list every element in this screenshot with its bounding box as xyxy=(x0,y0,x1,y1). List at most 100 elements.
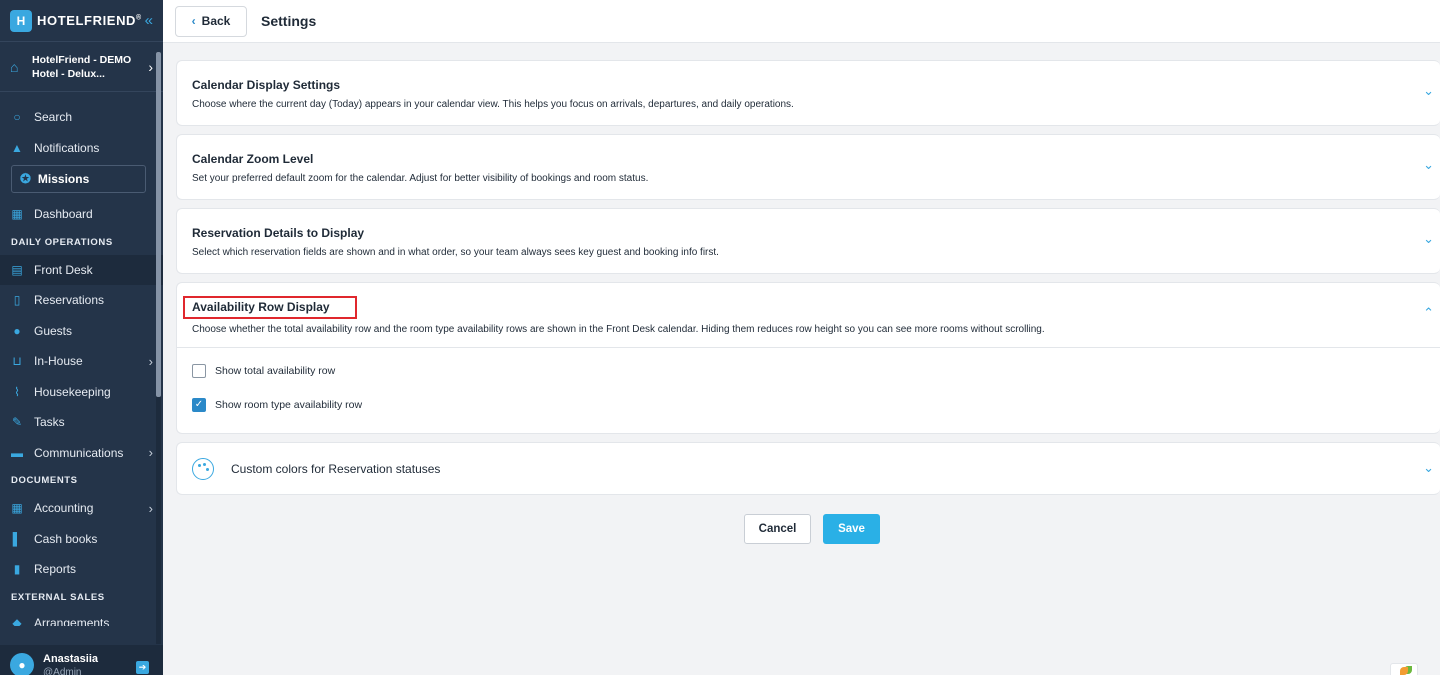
search-icon: ○ xyxy=(13,110,21,125)
show-room-type-availability-checkbox[interactable]: ✓ Show room type availability row xyxy=(192,396,1425,413)
chevron-right-icon: › xyxy=(148,353,153,369)
section-daily-operations: DAILY OPERATIONS xyxy=(11,236,113,248)
back-label: Back xyxy=(201,14,231,28)
sidebar-nav: ○ Search ▲ Notifications ✪ Missions ▦ Da… xyxy=(0,92,163,626)
logout-icon[interactable]: ➔ xyxy=(136,661,149,674)
brand-name: HOTELFRIEND® xyxy=(37,13,142,28)
section-external-sales: EXTERNAL SALES xyxy=(11,591,105,603)
chevron-up-icon[interactable]: ⌃ xyxy=(1423,305,1434,321)
calendar-zoom-level-card[interactable]: Calendar Zoom Level Set your preferred d… xyxy=(176,134,1440,200)
save-button[interactable]: Save xyxy=(823,514,880,544)
section-documents: DOCUMENTS xyxy=(11,475,78,486)
book-icon: ▌ xyxy=(12,531,22,546)
sidebar-item-housekeeping[interactable]: ⌇ Housekeeping xyxy=(0,377,163,408)
sidebar-scrollbar[interactable] xyxy=(156,52,161,644)
collapse-sidebar-icon[interactable]: « xyxy=(145,12,153,29)
card-title: Custom colors for Reservation statuses xyxy=(231,461,441,476)
sidebar-item-reservations[interactable]: ▯ Reservations xyxy=(0,285,163,316)
chevron-down-icon[interactable]: ⌄ xyxy=(1423,157,1434,173)
cancel-button[interactable]: Cancel xyxy=(744,514,811,544)
show-total-availability-checkbox[interactable]: Show total availability row xyxy=(192,362,1425,379)
chevron-right-icon: › xyxy=(148,445,153,461)
sidebar-item-label: Search xyxy=(34,110,73,125)
sidebar-item-label: Communications xyxy=(34,445,124,460)
sidebar-item-dashboard[interactable]: ▦ Dashboard xyxy=(0,199,163,230)
card-description: Select which reservation fields are show… xyxy=(192,247,719,258)
sidebar-item-label: Reports xyxy=(34,562,77,577)
user-info: Anastasiia @Admin xyxy=(43,653,98,675)
clipboard-icon: ▮ xyxy=(13,562,21,577)
brand-mark: ® xyxy=(136,14,142,22)
card-description: Set your preferred default zoom for the … xyxy=(192,173,649,184)
form-actions: Cancel Save xyxy=(744,514,880,544)
card-title: Availability Row Display xyxy=(183,296,357,319)
sidebar-item-accounting[interactable]: ▦ Accounting › xyxy=(0,493,163,524)
checkbox-checked[interactable]: ✓ xyxy=(192,397,206,412)
page-title: Settings xyxy=(261,13,317,29)
brand: H HOTELFRIEND® « xyxy=(0,0,163,42)
hotel-selector[interactable]: ⌂ HotelFriend - DEMO Hotel - Delux... › xyxy=(0,42,163,92)
document-icon: ▯ xyxy=(13,293,21,308)
checkbox-unchecked[interactable] xyxy=(192,363,206,378)
sidebar-item-cash-books[interactable]: ▌ Cash books xyxy=(0,524,163,555)
sidebar-item-label: Dashboard xyxy=(34,207,93,222)
sidebar-item-in-house[interactable]: ⊔ In-House › xyxy=(0,346,163,377)
card-title: Calendar Display Settings xyxy=(192,78,341,92)
sidebar-item-communications[interactable]: ▬ Communications › xyxy=(0,438,163,469)
card-header[interactable]: Calendar Display Settings Choose where t… xyxy=(177,61,1440,125)
reservation-details-card[interactable]: Reservation Details to Display Select wh… xyxy=(176,208,1440,274)
chat-icon: ▬ xyxy=(11,445,23,460)
settings-panel: Calendar Display Settings Choose where t… xyxy=(176,60,1440,503)
sidebar-item-search[interactable]: ○ Search xyxy=(0,102,163,133)
hotel-name: HotelFriend - DEMO Hotel - Delux... xyxy=(32,53,132,80)
custom-colors-card[interactable]: Custom colors for Reservation statuses ⌄ xyxy=(176,442,1440,495)
palette-icon xyxy=(192,457,214,480)
user-role: @Admin xyxy=(43,667,82,675)
missions-button[interactable]: ✪ Missions xyxy=(11,165,146,193)
sidebar-item-reports[interactable]: ▮ Reports xyxy=(0,554,163,585)
chevron-down-icon[interactable]: ⌄ xyxy=(1423,460,1434,476)
medal-icon: ✪ xyxy=(20,171,31,186)
card-title: Reservation Details to Display xyxy=(192,226,365,240)
checkbox-label: Show room type availability row xyxy=(215,398,363,411)
card-description: Choose whether the total availability ro… xyxy=(192,324,1045,335)
sidebar-item-front-desk[interactable]: ▤ Front Desk xyxy=(0,254,163,285)
user-profile[interactable]: ● Anastasiia @Admin ➔ xyxy=(0,645,163,675)
sidebar-item-label: In-House xyxy=(34,354,83,369)
sidebar-item-tasks[interactable]: ✎ Tasks xyxy=(0,407,163,438)
chevron-left-icon: ‹ xyxy=(191,14,196,28)
missions-label: Missions xyxy=(37,172,90,186)
chevron-down-icon[interactable]: ⌄ xyxy=(1423,83,1434,99)
sidebar-item-arrangements[interactable]: ◆ Arrangements xyxy=(0,610,163,626)
sidebar-item-label: Housekeeping xyxy=(34,384,111,399)
sidebar-item-label: Guests xyxy=(34,323,73,338)
card-title: Calendar Zoom Level xyxy=(192,152,314,166)
sidebar-scrollbar-thumb[interactable] xyxy=(156,52,161,397)
person-icon: ● xyxy=(13,323,21,338)
card-body: Show total availability row ✓ Show room … xyxy=(177,347,1440,433)
card-header[interactable]: Calendar Zoom Level Set your preferred d… xyxy=(177,135,1440,199)
hotelfriend-logo-icon: H xyxy=(10,9,32,32)
sidebar-item-label: Notifications xyxy=(34,140,100,155)
avatar: ● xyxy=(10,653,34,675)
hotel-home-icon: ⌂ xyxy=(10,58,19,75)
chevron-down-icon[interactable]: ⌄ xyxy=(1423,231,1434,247)
card-header[interactable]: Reservation Details to Display Select wh… xyxy=(177,209,1440,273)
sidebar-item-guests[interactable]: ● Guests xyxy=(0,316,163,347)
page-header: ‹ Back Settings xyxy=(163,0,1440,43)
chevron-right-icon: › xyxy=(148,500,153,516)
broom-icon: ⌇ xyxy=(14,384,20,399)
sidebar-item-label: Tasks xyxy=(34,415,65,430)
calendar-display-settings-card[interactable]: Calendar Display Settings Choose where t… xyxy=(176,60,1440,126)
tag-icon: ◆ xyxy=(12,615,22,626)
user-name: Anastasiia xyxy=(43,653,99,665)
card-header[interactable]: Availability Row Display Choose whether … xyxy=(177,283,1440,347)
checkbox-label: Show total availability row xyxy=(215,364,336,377)
accounting-icon: ▦ xyxy=(11,501,23,516)
wrench-icon: ✎ xyxy=(11,415,23,430)
sidebar-item-label: Arrangements xyxy=(34,615,110,626)
back-button[interactable]: ‹ Back xyxy=(175,5,247,37)
availability-row-display-card[interactable]: Availability Row Display Choose whether … xyxy=(176,282,1440,434)
sidebar-item-notifications[interactable]: ▲ Notifications xyxy=(0,133,163,164)
cart-icon: ⊔ xyxy=(12,354,22,369)
